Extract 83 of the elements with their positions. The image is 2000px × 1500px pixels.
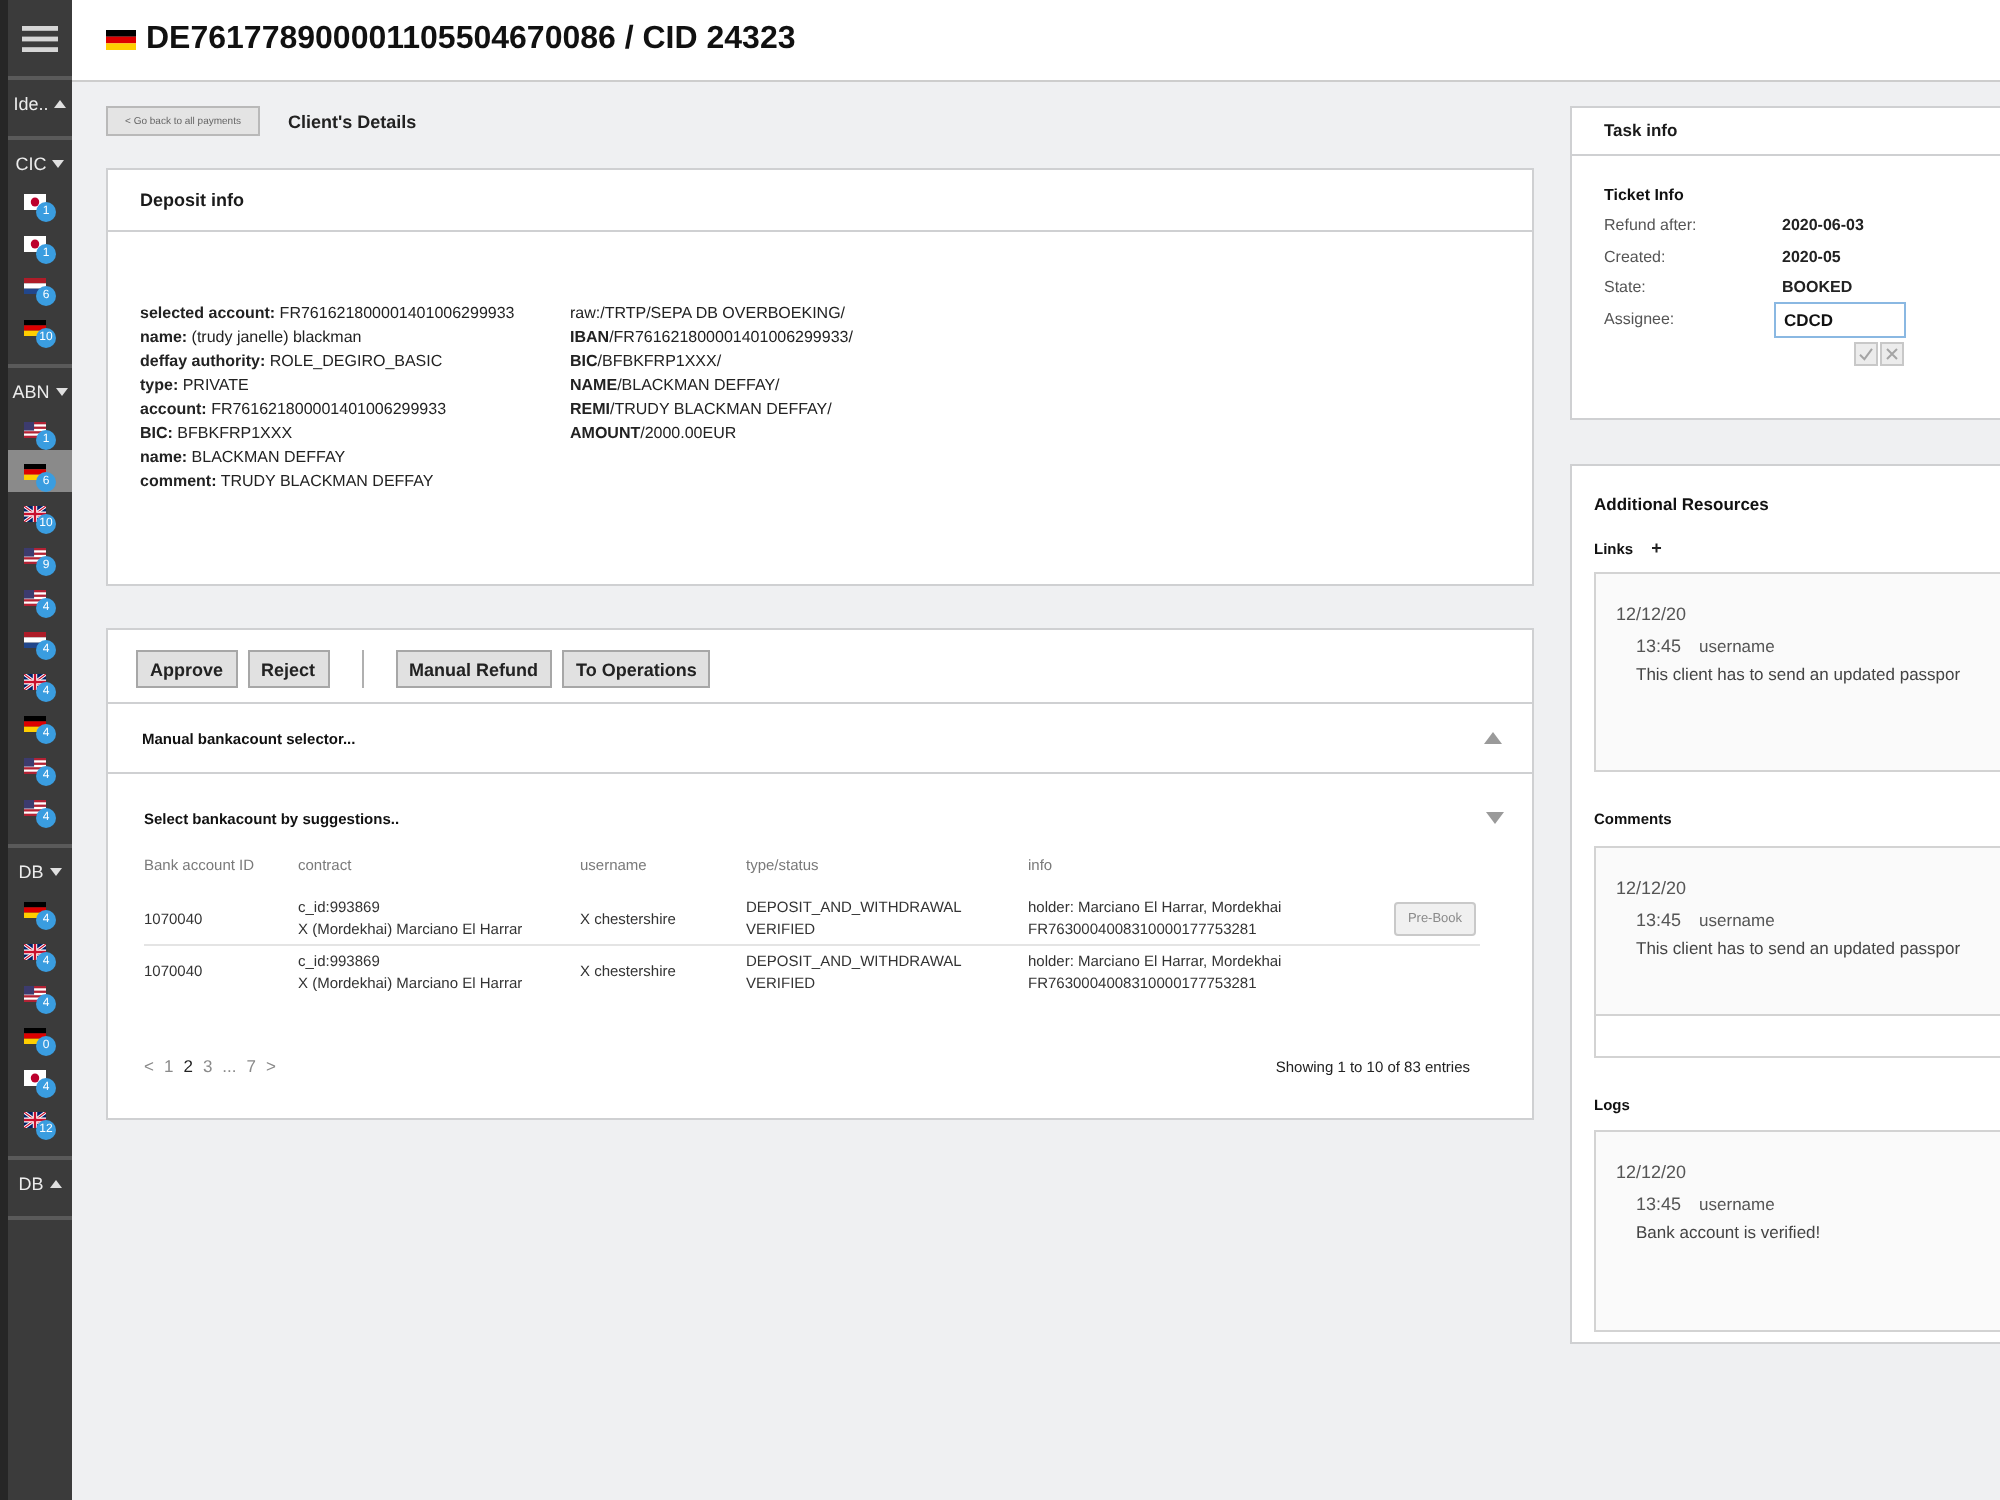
entry-user: username (1699, 1192, 1775, 1216)
action-button[interactable]: Approve (136, 650, 238, 688)
sidebar-group-toggle[interactable]: ABN (8, 376, 72, 408)
detail-line: account: FR761621800001401006299933 (140, 398, 449, 422)
entry-date: 12/12/20 (1616, 876, 1689, 900)
field-value: BOOKED (1782, 276, 1855, 300)
text-field[interactable]: CDCD (1774, 301, 1906, 337)
panel-title: Task info (1572, 108, 2000, 156)
check-icon (1858, 345, 1874, 361)
entry-text: Bank account is verified! (1634, 1220, 1823, 1244)
detail-line: type: PRIVATE (140, 374, 251, 398)
page-link[interactable]: 1 (163, 1054, 174, 1078)
record-title: DE761778900001105504670086 / CID 24323 (146, 22, 796, 58)
entry-text: This client has to send an updated passpor (1634, 936, 1963, 960)
sidebar-group-toggle[interactable]: Ide.. (8, 88, 72, 120)
sidebar-group-toggle[interactable]: CIC (8, 148, 72, 180)
usa-flag-icon (24, 757, 46, 773)
detail-line: raw:/TRTP/SEPA DB OVERBOEKING/ (570, 302, 848, 326)
detail-line: deffay authority: ROLE_DEGIRO_BASIC (140, 350, 445, 374)
sidebar-group-toggle[interactable]: DB (8, 1168, 72, 1200)
uk-flag-icon (24, 505, 46, 521)
japan-flag-icon (24, 235, 46, 251)
add-button[interactable]: + (1651, 538, 1662, 558)
uk-flag-icon (24, 673, 46, 689)
entry-time: 13:45 (1636, 908, 1682, 932)
japan-flag-icon (24, 193, 46, 209)
uk-flag-icon (24, 943, 46, 959)
usa-flag-icon (24, 589, 46, 605)
field-label: Assignee: (1604, 307, 1677, 332)
action-button[interactable]: Reject (247, 650, 330, 688)
field-value: 2020-05 (1782, 245, 1843, 269)
detail-line: BIC/BFBKFRP1XXX/ (570, 350, 724, 374)
confirm-button[interactable] (1854, 341, 1878, 365)
page-heading: Client's Details (288, 111, 417, 131)
next-page-link[interactable]: > (266, 1054, 276, 1078)
usa-flag-icon (24, 799, 46, 815)
entry-date: 12/12/20 (1616, 602, 1689, 626)
entry-user: username (1699, 908, 1775, 932)
germany-flag-icon (106, 30, 136, 50)
panel-title: Deposit info (108, 170, 1532, 232)
entry-date: 12/12/20 (1616, 1160, 1689, 1184)
entry-text: This client has to send an updated passpor (1634, 662, 1963, 686)
netherlands-flag-icon (24, 277, 46, 293)
comment-field[interactable] (1596, 1014, 2000, 1056)
usa-flag-icon (24, 547, 46, 563)
action-button[interactable]: To Operations (562, 650, 711, 688)
caret-icon[interactable] (1484, 732, 1502, 744)
uk-flag-icon (24, 1111, 46, 1127)
detail-line: NAME/BLACKMAN DEFFAY/ (570, 374, 782, 398)
page-link[interactable]: ... (222, 1054, 237, 1078)
field-label: State: (1604, 276, 1648, 300)
page-link[interactable]: 7 (246, 1054, 256, 1078)
action-button[interactable]: Manual Refund (395, 650, 553, 688)
detail-line: REMI/TRUDY BLACKMAN DEFFAY/ (570, 398, 834, 422)
entry-time: 13:45 (1636, 1192, 1682, 1216)
cancel-button[interactable] (1880, 341, 1904, 365)
detail-line: name: BLACKMAN DEFFAY (140, 446, 348, 470)
usa-flag-icon (24, 985, 46, 1001)
germany-flag-icon (24, 319, 46, 335)
sidebar-group-toggle[interactable]: DB (8, 856, 72, 888)
field-label: Refund after: (1604, 214, 1699, 238)
entry-time: 13:45 (1636, 634, 1682, 658)
subsection-title: Ticket Info (1604, 184, 1686, 206)
detail-line: comment: TRUDY BLACKMAN DEFFAY (140, 470, 436, 494)
field-label: Created: (1604, 245, 1668, 269)
detail-line: BIC: BFBKFRP1XXX (140, 422, 295, 446)
germany-flag-icon (24, 1027, 46, 1043)
detail-line: IBAN/FR761621800001401006299933/ (570, 326, 853, 350)
detail-line: AMOUNT/2000.00EUR (570, 422, 739, 446)
japan-flag-icon (24, 1069, 46, 1085)
usa-flag-icon (24, 421, 46, 437)
detail-line: selected account: FR761621800001401006299933 (140, 302, 517, 326)
field-value: 2020-06-03 (1782, 214, 1866, 238)
previous-page-link[interactable]: < (144, 1054, 154, 1078)
page-link[interactable]: 2 (183, 1054, 193, 1078)
close-icon (1884, 345, 1900, 361)
page-link[interactable]: 3 (202, 1054, 213, 1078)
entry-user: username (1699, 634, 1775, 658)
caret-icon[interactable] (1486, 812, 1504, 824)
menu-icon (22, 25, 58, 51)
detail-line: name: (trudy janelle) blackman (140, 326, 364, 350)
panel-title: Additional Resources (1594, 492, 1771, 518)
germany-flag-icon (24, 463, 46, 479)
